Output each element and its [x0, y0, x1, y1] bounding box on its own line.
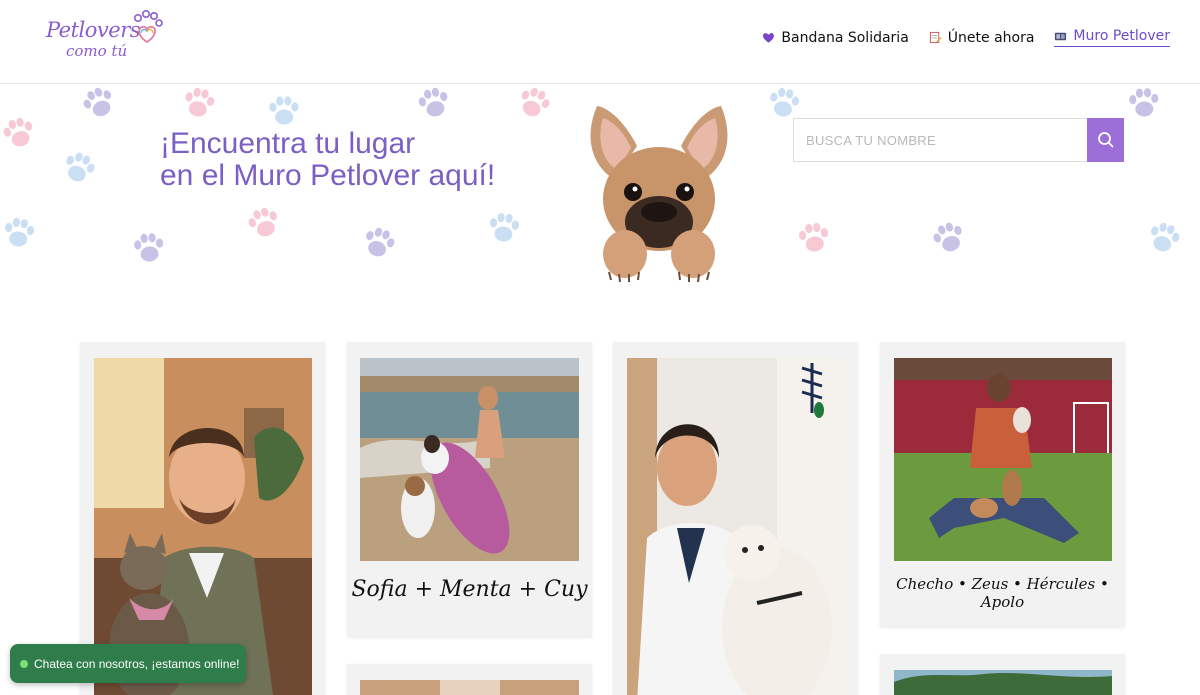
paw-print-icon — [5, 217, 35, 247]
search-icon — [1097, 132, 1114, 148]
paw-heart-icon — [134, 10, 163, 44]
paw-print-icon — [798, 223, 829, 252]
french-bulldog-illustration — [590, 106, 728, 283]
wall-card[interactable]: Checho • Zeus • Hércules • Apolo — [880, 342, 1125, 627]
paw-print-icon — [366, 227, 395, 257]
paw-print-icon — [1129, 88, 1159, 117]
petlover-wall-grid: Sofia + Menta + Cuy Checho • Zeus • Hérc… — [0, 314, 1200, 695]
wall-card[interactable] — [613, 342, 858, 695]
search-box — [793, 118, 1124, 162]
card-caption: Sofia + Menta + Cuy — [351, 577, 588, 602]
paw-print-icon — [83, 87, 112, 117]
wall-card[interactable] — [80, 342, 325, 695]
paw-print-icon — [248, 207, 277, 237]
paw-print-icon — [1150, 222, 1180, 252]
logo-line-2: como tú — [66, 42, 128, 60]
search-button[interactable] — [1087, 118, 1124, 162]
paw-print-icon — [489, 213, 519, 242]
nav-label: Bandana Solidaria — [781, 29, 909, 46]
purple-heart-icon — [763, 33, 775, 43]
paw-print-icon — [933, 222, 962, 252]
card-photo-man-with-dogs-on-grass — [894, 358, 1112, 561]
photo-wall-icon — [1055, 32, 1067, 40]
paw-print-icon — [418, 87, 448, 117]
search-input[interactable] — [793, 118, 1087, 162]
nav-bandana-solidaria[interactable]: Bandana Solidaria — [762, 29, 909, 46]
paw-print-icon — [269, 96, 299, 125]
card-photo-partial — [360, 680, 579, 695]
card-caption: Checho • Zeus • Hércules • Apolo — [896, 575, 1109, 611]
paw-print-icon — [185, 87, 215, 117]
pencil-note-icon — [929, 31, 942, 44]
hero-banner: ¡Encuentra tu lugar en el Muro Petlover … — [0, 84, 1200, 314]
petlovers-logo[interactable]: Petlovers como tú — [44, 8, 164, 70]
logo-line-1: Petlovers — [46, 18, 141, 42]
chat-label: Chatea con nosotros, ¡estamos online! — [34, 656, 240, 671]
hero-title: ¡Encuentra tu lugar en el Muro Petlover … — [160, 127, 496, 192]
wall-card[interactable]: Sofia + Menta + Cuy — [347, 342, 592, 637]
wall-card[interactable] — [347, 664, 592, 695]
main-nav: Bandana Solidaria Únete ahora Muro Petlo… — [762, 28, 1170, 47]
nav-unete-ahora[interactable]: Únete ahora — [929, 29, 1035, 46]
paw-print-icon — [66, 152, 95, 182]
wall-card[interactable] — [880, 654, 1125, 695]
paw-print-icon — [3, 117, 33, 147]
card-photo-partial — [894, 670, 1112, 695]
nav-muro-petlover[interactable]: Muro Petlover — [1054, 28, 1170, 47]
paw-print-icon — [134, 233, 164, 262]
nav-label: Únete ahora — [947, 29, 1035, 46]
card-photo-beach-dogs — [360, 358, 579, 561]
nav-label: Muro Petlover — [1073, 28, 1170, 44]
online-status-icon — [20, 659, 28, 668]
site-header: Petlovers como tú Bandana Solidaria Únet… — [0, 0, 1200, 84]
paw-print-icon — [521, 87, 550, 117]
chat-widget[interactable]: Chatea con nosotros, ¡estamos online! — [10, 644, 246, 683]
card-photo-vet-with-dog — [627, 358, 846, 695]
